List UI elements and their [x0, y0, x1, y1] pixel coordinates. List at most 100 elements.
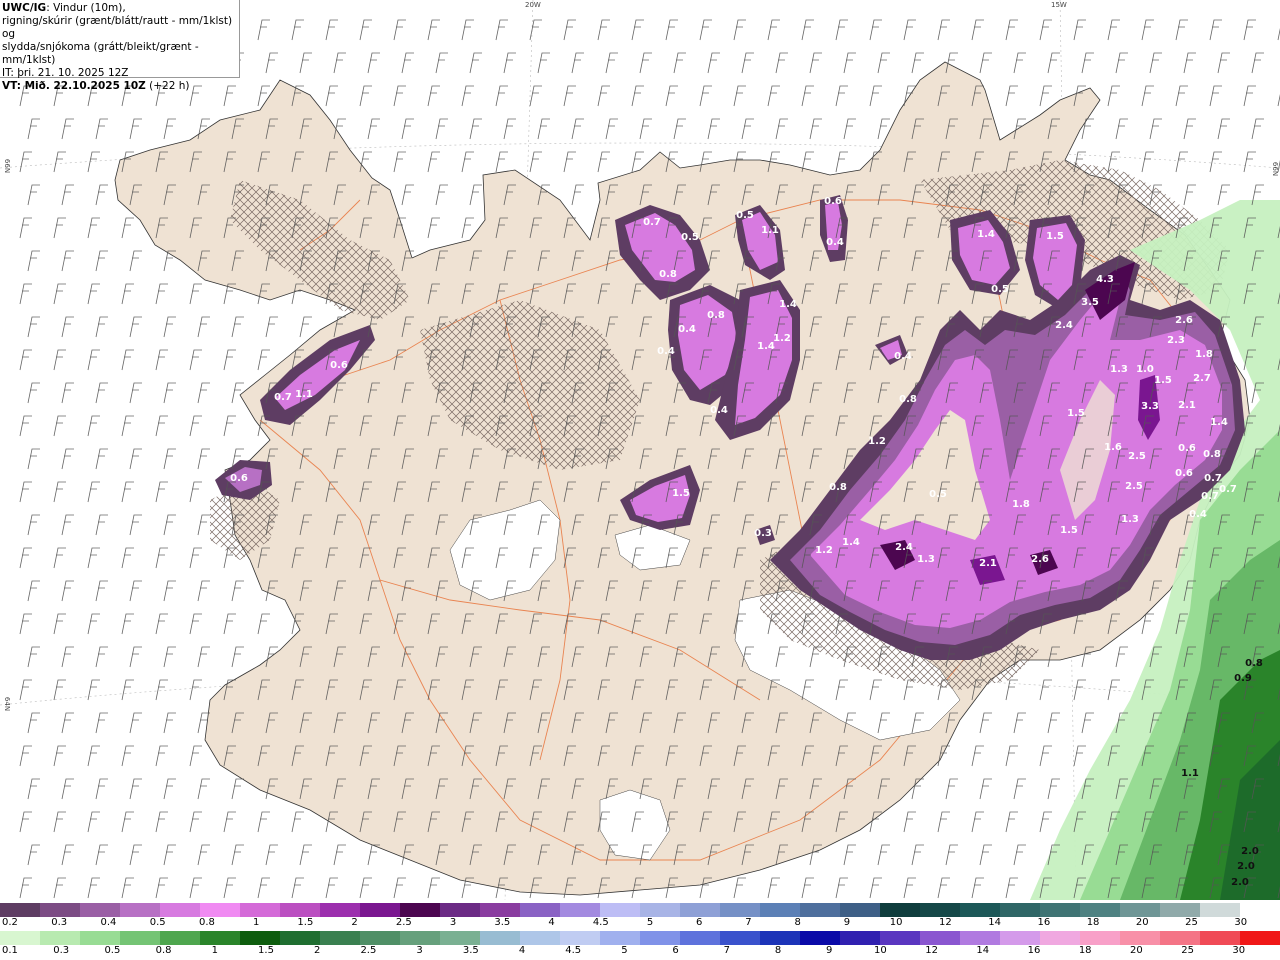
- legend-swatch: [1200, 931, 1241, 945]
- legend-label: 18: [1078, 945, 1092, 956]
- precip-value-label: 0.7: [274, 392, 292, 403]
- precip-value-label: 0.5: [736, 210, 754, 221]
- legend-label: 2: [351, 917, 358, 928]
- precip-value-label: 1.0: [1136, 364, 1154, 375]
- legend-label: 0.5: [104, 945, 121, 956]
- legend-label: 9: [826, 945, 833, 956]
- legend-swatch: [520, 903, 561, 917]
- precip-value-label: 0.7: [1204, 473, 1222, 484]
- legend-label: 6: [696, 917, 703, 928]
- precip-value-label: 2.0: [1237, 861, 1255, 872]
- legend-swatch: [200, 903, 241, 917]
- precip-value-label: 0.5: [929, 489, 947, 500]
- info-line1: : Vindur (10m),: [46, 2, 126, 14]
- lon-label-15w: 15W: [1051, 1, 1067, 9]
- legend-label: 0.3: [53, 945, 70, 956]
- precip-value-label: 1.2: [815, 545, 833, 556]
- legend-swatch: [0, 931, 41, 945]
- legend-swatch: [1200, 903, 1241, 917]
- legend-label: 20: [1130, 945, 1143, 956]
- legend-swatch: [600, 931, 641, 945]
- legend-swatch: [1080, 931, 1121, 945]
- precip-value-label: 0.4: [678, 324, 696, 335]
- precip-value-label: 0.7: [643, 217, 661, 228]
- legend-swatch: [40, 903, 81, 917]
- legend-label: 9: [843, 917, 851, 928]
- precip-value-label: 1.5: [672, 488, 690, 499]
- precip-value-label: 0.6: [824, 196, 842, 207]
- precip-value-label: 1.8: [1195, 349, 1213, 360]
- legend-swatch: [1080, 903, 1121, 917]
- precip-value-label: 0.4: [657, 346, 675, 357]
- legend-label: 14: [988, 917, 1001, 928]
- legend-swatch: [760, 903, 801, 917]
- legend-label: 12: [925, 945, 938, 956]
- legend-label: 0.1: [2, 945, 18, 956]
- legend-label: 4.5: [565, 945, 582, 956]
- precip-value-label: 0.4: [826, 237, 844, 248]
- legend-label: 30: [1232, 945, 1246, 956]
- legend-swatch: [280, 931, 321, 945]
- precip-value-label: 1.3: [1110, 364, 1128, 375]
- precip-value-label: 0.4: [710, 405, 728, 416]
- precip-value-label: 0.8: [1245, 658, 1263, 669]
- legend-label: 1: [211, 945, 218, 956]
- legend-label: 3.5: [462, 945, 479, 956]
- legend-swatch: [880, 931, 921, 945]
- legend-swatch: [960, 931, 1001, 945]
- precip-value-label: 1.5: [1060, 525, 1078, 536]
- precip-value-label: 1.2: [868, 436, 886, 447]
- legend-label: 18: [1086, 917, 1100, 928]
- legend-label: 7: [723, 945, 730, 956]
- legend-swatch: [680, 931, 721, 945]
- legend-label: 0.3: [51, 917, 68, 928]
- legend-swatch: [480, 931, 521, 945]
- legend-label: 16: [1037, 917, 1051, 928]
- legend-label: 0.5: [149, 917, 166, 928]
- legend-swatch: [280, 903, 321, 917]
- legend-swatch: [720, 903, 761, 917]
- precip-value-label: 0.8: [899, 394, 917, 405]
- precip-value-label: 2.3: [1167, 335, 1185, 346]
- precip-value-label: 2.4: [895, 542, 913, 553]
- map-info-box: UWC/IG: Vindur (10m), rigning/skúrir (gr…: [0, 0, 240, 92]
- legend-label: 2.5: [395, 917, 412, 928]
- legend-label: 1.5: [297, 917, 314, 928]
- precip-value-label: 3.3: [1141, 401, 1159, 412]
- precip-value-label: 0.6: [230, 473, 248, 484]
- legend-label: 12: [939, 917, 952, 928]
- legend-swatch: [360, 903, 401, 917]
- lat-label-66n-right: 66N: [1271, 161, 1280, 177]
- precip-value-label: 1.4: [977, 229, 995, 240]
- rain-legend-labels: 0.1 0.3 0.5 0.8 1 1.5 2 2.5 3 3.5 4 4.5 5 6 7 8 9 10 12 14 1…: [0, 944, 1280, 960]
- legend-label: 8: [774, 945, 782, 956]
- legend-swatch: [200, 931, 241, 945]
- legend-swatch: [640, 931, 681, 945]
- precip-value-label: 0.9: [1234, 673, 1252, 684]
- lat-label-66n-left: 66N: [3, 158, 12, 174]
- legend-label: 10: [889, 917, 903, 928]
- legend-swatch: [640, 903, 681, 917]
- legend-swatch: [400, 903, 441, 917]
- legend-swatch: [840, 931, 881, 945]
- legend-label: 25: [1181, 945, 1194, 956]
- legend-swatch: [440, 931, 481, 945]
- legend-swatch: [120, 903, 161, 917]
- legend-label: 25: [1185, 917, 1198, 928]
- legend-swatch: [80, 931, 121, 945]
- rain-legend-bar: [0, 931, 1280, 945]
- info-line4: IT: þri. 21. 10. 2025 12Z: [2, 67, 129, 79]
- precip-value-label: 0.5: [991, 284, 1009, 295]
- precip-value-label: 0.6: [1175, 468, 1193, 479]
- precip-value-label: 2.1: [979, 558, 997, 569]
- legend-swatch: [160, 903, 201, 917]
- precip-value-label: 0.8: [1203, 449, 1221, 460]
- precip-value-label: 1.5: [1154, 375, 1172, 386]
- legend-label: 0.2: [2, 917, 18, 928]
- legend-label: 14: [976, 945, 990, 956]
- precip-value-label: 2.1: [1178, 400, 1196, 411]
- legend-label: 30: [1234, 917, 1248, 928]
- precip-value-label: 0.8: [659, 269, 677, 280]
- precip-value-label: 1.4: [757, 341, 775, 352]
- legend-swatch: [1240, 903, 1280, 917]
